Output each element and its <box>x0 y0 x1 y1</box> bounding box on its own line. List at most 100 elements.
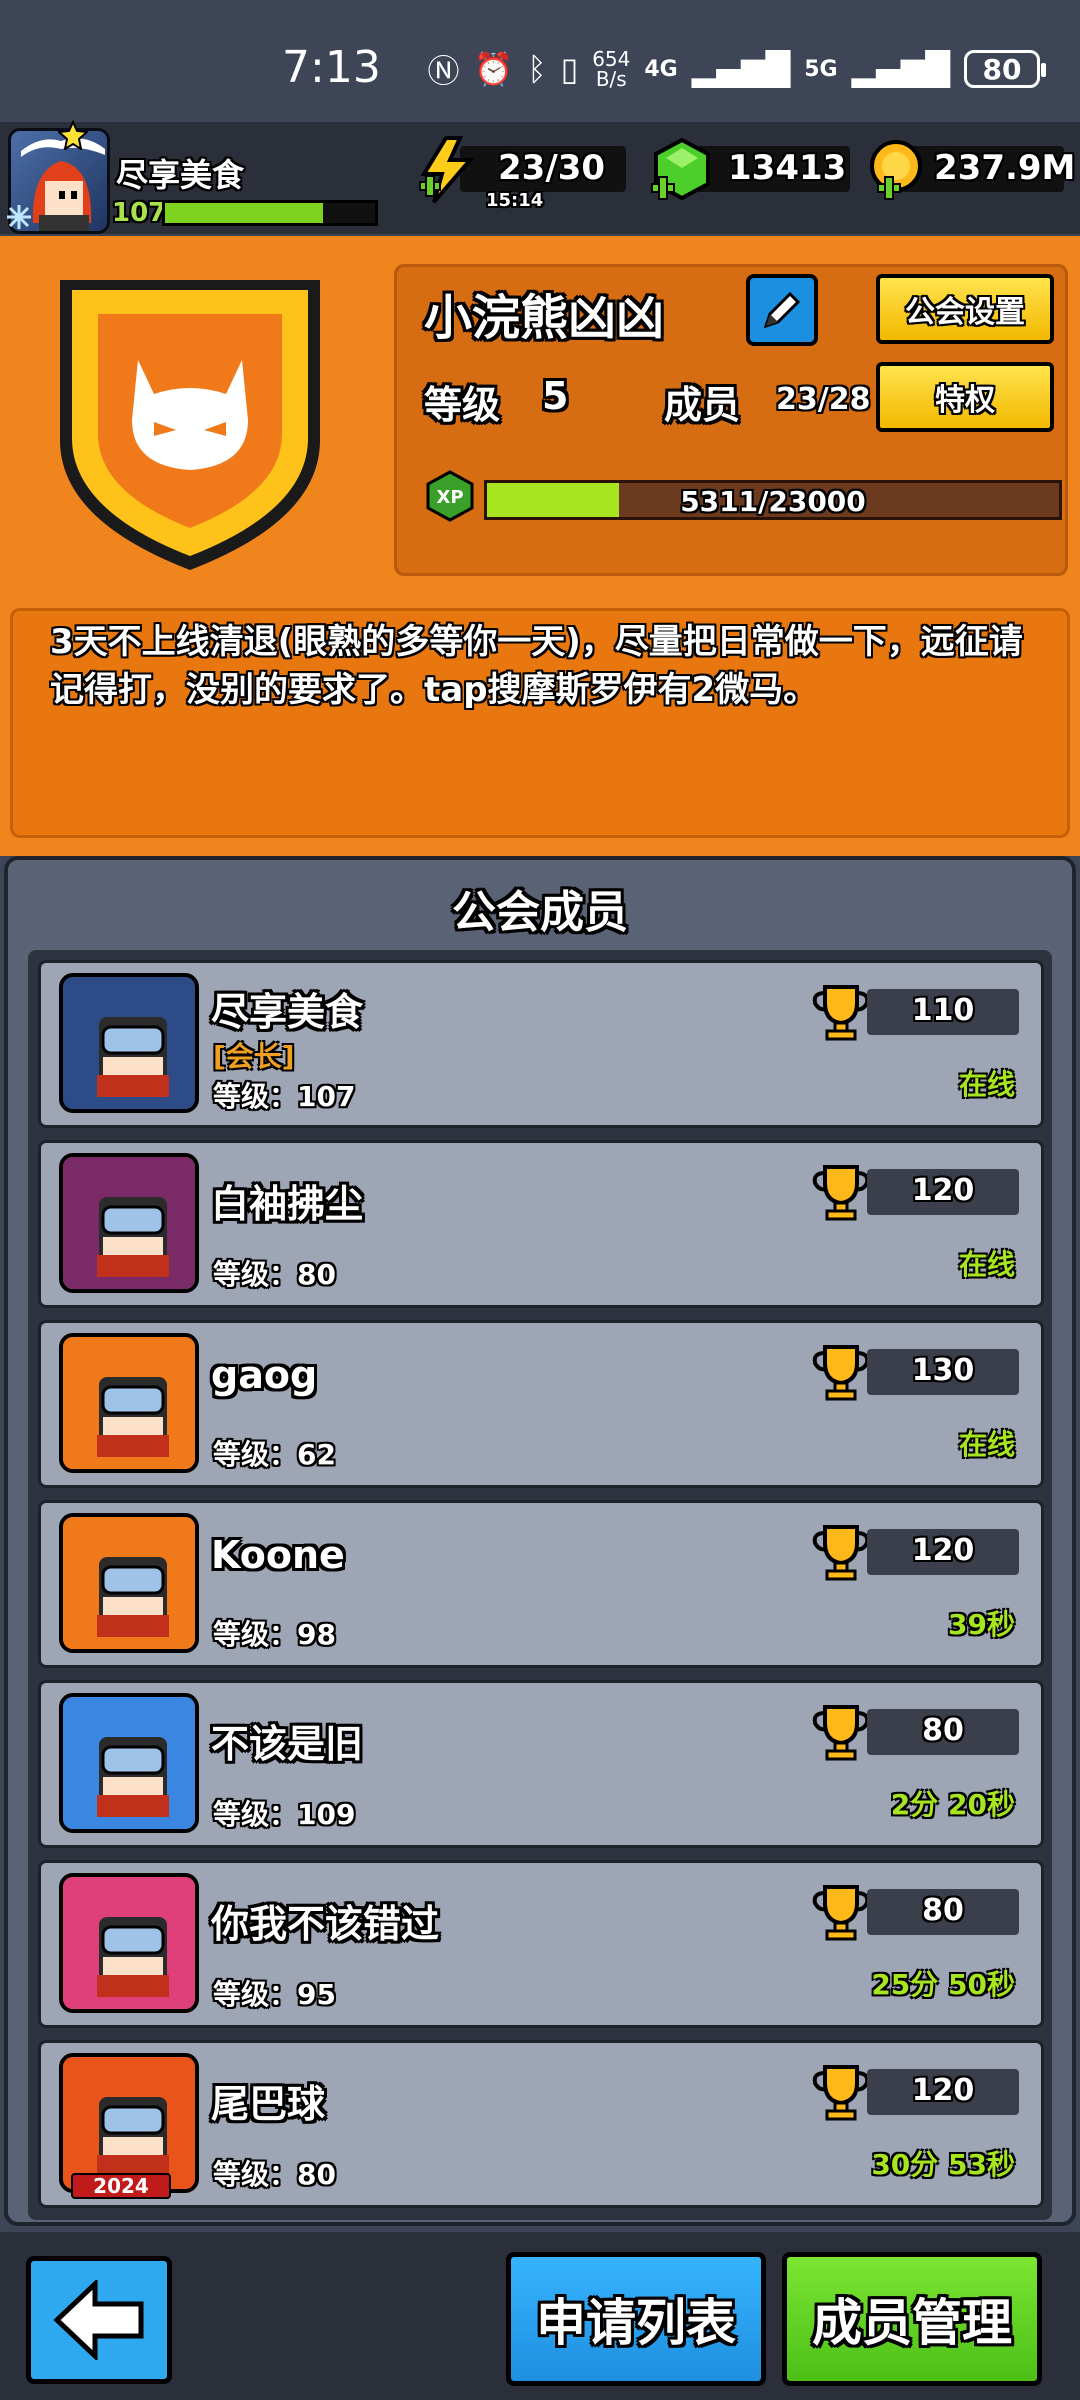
member-avatar[interactable] <box>59 1153 199 1293</box>
event-badge: 2024 <box>71 2173 171 2199</box>
signal-4g: 4G <box>644 56 678 82</box>
coins-value: 237.9M <box>934 148 1076 188</box>
member-avatar-art <box>63 1877 195 2009</box>
energy-timer: 15:14 <box>486 190 544 211</box>
member-avatar-art <box>63 977 195 1109</box>
member-avatar[interactable] <box>59 1513 199 1653</box>
member-name: 尽享美食 <box>211 990 364 1034</box>
alarm-icon: ⏰ <box>473 50 514 88</box>
net-speed: 654 B/s <box>592 47 631 91</box>
svg-text:XP: XP <box>436 487 463 508</box>
back-button[interactable] <box>26 2256 172 2384</box>
member-avatar-art <box>63 1697 195 1829</box>
member-level: 等级：80 <box>213 1258 336 1291</box>
trophy-icon <box>811 1521 871 1581</box>
member-status: 25分 50秒 <box>871 1968 1015 2001</box>
member-row[interactable]: gaog 等级：62 130 在线 <box>38 1320 1044 1488</box>
trophy-icon <box>811 1881 871 1941</box>
guild-level-value: 5 <box>542 374 569 418</box>
member-status: 30分 53秒 <box>871 2148 1015 2181</box>
status-icons: Ⓝ ⏰ ᛒ ▯ 654 B/s 4G ▂▄▆█ 5G ▂▄▆█ 80 <box>427 46 1046 92</box>
vibrate-icon: ▯ <box>560 50 579 88</box>
back-arrow-icon <box>53 2280 144 2360</box>
member-trophies: 120 <box>911 1173 975 1208</box>
player-name: 尽享美食 <box>116 156 245 194</box>
member-status: 39秒 <box>948 1608 1015 1641</box>
guild-xp-text: 5311/23000 <box>680 485 866 518</box>
member-role: [会长] <box>213 1040 295 1073</box>
member-avatar-art <box>63 1157 195 1289</box>
player-xp-fill <box>165 203 323 223</box>
player-level: 107 <box>112 198 167 228</box>
member-level: 等级：80 <box>213 2158 336 2191</box>
member-avatar[interactable] <box>59 1873 199 2013</box>
member-trophies: 110 <box>911 993 975 1028</box>
member-row[interactable]: 白袖拂尘等级：80 120 在线 <box>38 1140 1044 1308</box>
energy-value: 23/30 <box>498 148 606 188</box>
member-row[interactable]: Koone 等级：98 120 39秒 <box>38 1500 1044 1668</box>
trophy-icon <box>811 1341 871 1401</box>
member-trophies: 80 <box>922 1713 964 1748</box>
signal-bars-icon-2: ▂▄▆█ <box>851 50 950 88</box>
trophy-icon <box>811 981 871 1041</box>
player-xp-bar <box>162 200 378 226</box>
members-title: 公会成员 <box>452 887 628 938</box>
member-level: 等级：107 <box>213 1080 356 1113</box>
apply-list-button[interactable]: 申请列表 <box>506 2252 766 2386</box>
member-status: 在线 <box>958 1068 1015 1101</box>
status-time: 7:13 <box>282 42 381 93</box>
member-avatar[interactable] <box>59 973 199 1113</box>
member-status: 2分 20秒 <box>890 1788 1015 1821</box>
member-name: Koone <box>211 1533 345 1577</box>
trophy-icon <box>811 1161 871 1221</box>
cat-shield-icon <box>60 280 320 570</box>
guild-name: 小浣熊凶凶 <box>424 290 665 346</box>
member-trophies: 120 <box>911 2073 975 2108</box>
guild-settings-button[interactable]: 公会设置 <box>876 274 1054 344</box>
member-name: 尾巴球 <box>211 2082 326 2126</box>
edit-guild-button[interactable] <box>746 274 818 346</box>
bluetooth-icon: ᛒ <box>527 50 547 88</box>
privileges-button[interactable]: 特权 <box>876 362 1054 432</box>
member-status: 在线 <box>958 1248 1015 1281</box>
nfc-icon: Ⓝ <box>427 52 460 90</box>
member-status: 在线 <box>958 1428 1015 1461</box>
guild-description: 3天不上线清退(眼熟的多等你一天)，尽量把日常做一下，远征请记得打，没别的要求了… <box>50 622 1023 710</box>
member-name: 不该是旧 <box>211 1722 364 1766</box>
trophy-icon <box>811 2061 871 2121</box>
member-avatar-art <box>63 1337 195 1469</box>
member-name: 白袖拂尘 <box>211 1182 364 1226</box>
member-list[interactable]: 尽享美食 [会长] 等级：107 110 在线 白袖拂尘 等级：80 120 在线 gaog 等级：… <box>28 950 1052 2220</box>
gold-coin-icon <box>870 140 922 200</box>
xp-badge-icon: XP <box>426 470 474 522</box>
member-avatar[interactable] <box>59 2053 199 2193</box>
member-row[interactable]: 尾巴球等级：80 120 30分 53秒 2024 <box>38 2040 1044 2208</box>
green-gem-icon <box>651 137 710 201</box>
gems-value: 13413 <box>728 148 847 188</box>
lightning-icon <box>419 136 475 204</box>
member-trophies: 130 <box>911 1353 975 1388</box>
member-avatar[interactable] <box>59 1333 199 1473</box>
guild-level-label: 等级 <box>424 383 501 427</box>
status-bar: 7:13 Ⓝ ⏰ ᛒ ▯ 654 B/s 4G ▂▄▆█ 5G ▂▄▆█ 80 <box>0 0 1080 120</box>
signal-5g: 5G <box>804 56 838 82</box>
member-avatar[interactable] <box>59 1693 199 1833</box>
member-management-button[interactable]: 成员管理 <box>782 2252 1042 2386</box>
pencil-icon <box>763 291 801 329</box>
guild-xp-bar: 5311/23000 <box>484 480 1062 520</box>
guild-members-label: 成员 <box>664 383 741 427</box>
signal-bars-icon: ▂▄▆█ <box>691 50 791 88</box>
member-level: 等级：62 <box>213 1438 336 1471</box>
snowflake-icon <box>7 205 31 229</box>
member-row[interactable]: 尽享美食 [会长] 等级：107 110 在线 <box>38 960 1044 1128</box>
member-trophies: 80 <box>922 1893 964 1928</box>
member-name: gaog <box>211 1353 318 1397</box>
member-row[interactable]: 你我不该错过等级：95 80 25分 50秒 <box>38 1860 1044 2028</box>
member-level: 等级：95 <box>213 1978 336 2011</box>
member-trophies: 120 <box>911 1533 975 1568</box>
member-row[interactable]: 不该是旧 等级：109 80 2分 20秒 <box>38 1680 1044 1848</box>
star-icon <box>58 120 88 150</box>
member-name: 你我不该错过 <box>211 1902 440 1946</box>
guild-members-value: 23/28 <box>776 382 871 417</box>
member-level: 等级：98 <box>213 1618 336 1651</box>
